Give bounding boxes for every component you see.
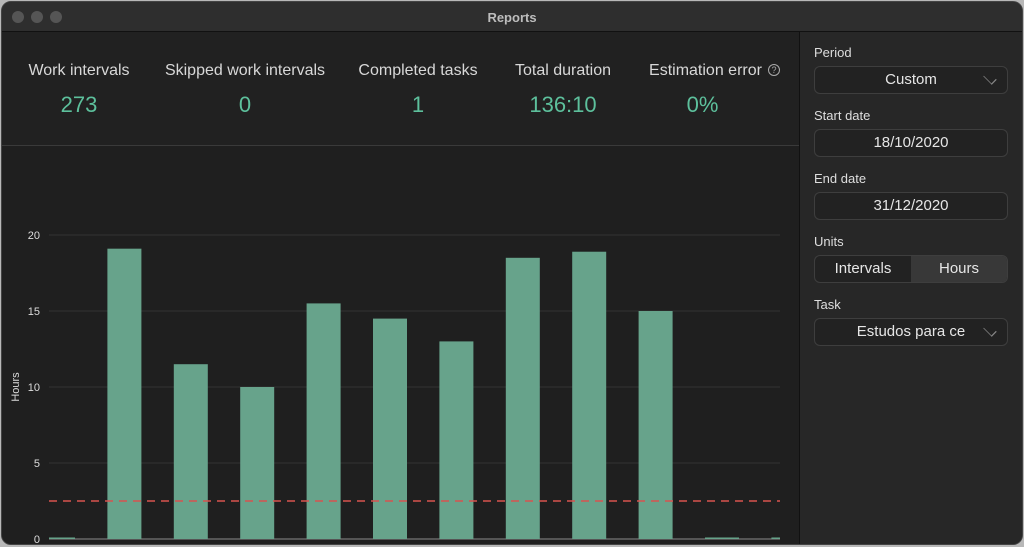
stat-label: Completed tasks: [358, 62, 478, 79]
units-label: Units: [814, 234, 844, 249]
stat-skipped: Skipped work intervals 0: [159, 62, 331, 118]
units-segmented-control: Intervals Hours: [814, 255, 1008, 283]
y-tick-label: 15: [28, 306, 40, 318]
help-circle-icon[interactable]: ?: [767, 64, 780, 76]
period-label: Period: [814, 45, 852, 60]
stat-completed: Completed tasks 1: [354, 62, 482, 118]
stat-label: Total duration: [514, 62, 612, 79]
x-tick-label: 22 Nov: [373, 544, 408, 545]
bar: [505, 257, 540, 539]
bar: [240, 387, 275, 539]
main-panel: Work intervals 273 Skipped work intervals…: [2, 32, 799, 544]
bar: [638, 311, 673, 539]
task-value: Estudos para ce: [856, 323, 966, 340]
stats-bar: Work intervals 273 Skipped work intervals…: [2, 32, 799, 146]
task-select[interactable]: Estudos para ce: [814, 318, 1008, 346]
bar: [572, 251, 607, 539]
chevron-down-icon: [983, 323, 997, 337]
y-axis-label: Hours: [10, 372, 22, 402]
units-hours-option[interactable]: Hours: [911, 256, 1007, 282]
stat-label: Work intervals: [28, 62, 130, 79]
bar: [173, 364, 208, 539]
bar: [705, 537, 739, 539]
stat-value: 0%: [686, 92, 719, 117]
y-tick-label: 10: [28, 382, 40, 394]
x-tick-label: 20 Dec: [638, 544, 673, 545]
period-value: Custom: [885, 71, 937, 88]
sidebar: Period Custom Start date 18/10/2020 End …: [799, 32, 1022, 544]
window-title: Reports: [487, 10, 537, 25]
stat-value: 0: [238, 92, 252, 117]
end-date-label: End date: [814, 171, 867, 186]
stat-label: Skipped work intervals: [164, 62, 326, 79]
x-tick-label: 25 Oct: [108, 544, 140, 545]
x-tick-label: 1 Nov: [176, 544, 205, 545]
period-select[interactable]: Custom: [814, 66, 1008, 94]
stat-estimation-error: Estimation error? 0%: [642, 62, 787, 118]
chevron-down-icon: [983, 71, 997, 85]
stat-duration: Total duration 136:10: [511, 62, 615, 118]
y-tick-label: 20: [28, 230, 40, 242]
stat-value: 273: [60, 92, 98, 117]
stat-label: Estimation error: [649, 62, 762, 79]
end-date-field[interactable]: 31/12/2020: [814, 192, 1008, 220]
stat-value: 1: [411, 92, 425, 117]
x-tick-label: 15 Nov: [306, 544, 341, 545]
y-tick-label: 5: [34, 458, 40, 470]
x-tick-label: 8 Nov: [243, 544, 272, 545]
stat-value: 136:10: [529, 92, 597, 117]
start-date-label: Start date: [814, 108, 871, 123]
x-tick-label: 29 Nov: [439, 544, 474, 545]
bar: [439, 341, 474, 539]
y-tick-label: 0: [34, 534, 40, 545]
bar: [771, 537, 780, 539]
start-date-field[interactable]: 18/10/2020: [814, 129, 1008, 157]
bar: [49, 537, 75, 539]
stat-work-intervals: Work intervals 273: [25, 62, 133, 118]
hours-bar-chart: 0 5 10 15 20 18 Oct 25 Oct 1 Nov 8 Nov 15 Nov 22 N…: [10, 230, 780, 545]
task-label: Task: [814, 297, 841, 312]
bar: [306, 303, 341, 539]
x-tick-label: 6 Dec: [508, 544, 537, 545]
x-tick-label: 18 Oct: [42, 544, 74, 545]
units-intervals-option[interactable]: Intervals: [815, 256, 911, 282]
bar: [373, 318, 407, 539]
x-tick-label: 13 Dec: [572, 544, 607, 545]
title-bar: Reports: [2, 2, 1022, 32]
bar: [107, 248, 142, 539]
reports-window: Reports Work intervals 273 Skipped work i…: [1, 1, 1023, 545]
